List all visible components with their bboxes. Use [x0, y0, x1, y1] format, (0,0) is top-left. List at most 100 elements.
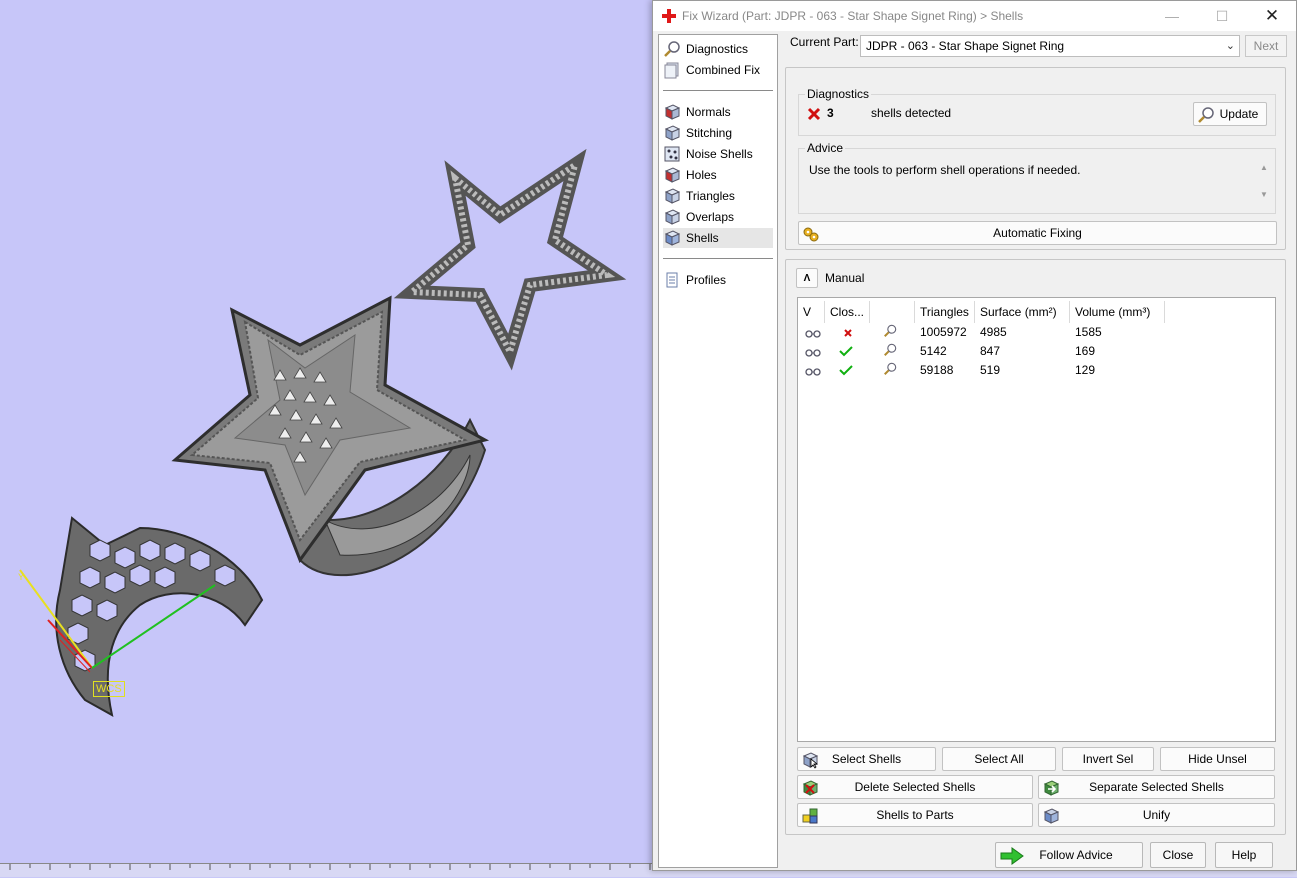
nav-separator	[663, 258, 773, 259]
shells-table[interactable]: V Clos... Triangles Surface (mm²) Volume…	[797, 297, 1276, 742]
automatic-fixing-button[interactable]: Automatic Fixing	[798, 221, 1277, 245]
nav-item-combined-fix[interactable]: Combined Fix	[663, 60, 773, 80]
visibility-glasses-icon[interactable]	[805, 364, 821, 378]
holes-cube-icon	[664, 167, 681, 183]
select-all-button[interactable]: Select All	[942, 747, 1056, 771]
visibility-glasses-icon[interactable]	[805, 326, 821, 340]
diagnostics-group: Diagnostics 3 shells detected Update	[798, 87, 1276, 136]
shells-to-parts-button[interactable]: Shells to Parts	[797, 803, 1033, 827]
nav-item-noise-shells[interactable]: Noise Shells	[663, 144, 773, 164]
chevron-up-icon: Λ	[803, 272, 811, 284]
magnifier-icon[interactable]	[882, 343, 898, 357]
cell-triangles: 59188	[920, 363, 954, 377]
honeycomb-shell	[55, 516, 264, 717]
shells-to-parts-icon	[802, 808, 818, 824]
separate-selected-shells-button[interactable]: Separate Selected Shells	[1038, 775, 1275, 799]
diagnostics-group-title: Diagnostics	[805, 87, 872, 101]
nav-item-diagnostics[interactable]: Diagnostics	[663, 39, 773, 59]
select-cube-cursor-icon	[802, 752, 819, 769]
manual-panel: Λ Manual V Clos... Triangles Surface (mm…	[785, 259, 1286, 835]
diagnostics-message: shells detected	[871, 106, 952, 120]
manual-label: Manual	[825, 271, 865, 285]
magnifier-icon[interactable]	[882, 324, 898, 338]
diagnostics-panel: Diagnostics 3 shells detected Update Adv…	[785, 67, 1286, 250]
col-header-volume[interactable]: Volume (mm³)	[1070, 301, 1165, 323]
title-bar[interactable]: Fix Wizard (Part: JDPR - 063 - Star Shap…	[653, 1, 1296, 31]
chevron-down-icon: ⌄	[1225, 40, 1235, 52]
window-title: Fix Wizard (Part: JDPR - 063 - Star Shap…	[682, 9, 1024, 23]
col-header-closed[interactable]: Clos...	[825, 301, 870, 323]
delete-selected-shells-button[interactable]: Delete Selected Shells	[797, 775, 1033, 799]
update-button[interactable]: Update	[1193, 102, 1267, 126]
nav-item-stitching[interactable]: Stitching	[663, 123, 773, 143]
closed-check-icon	[839, 365, 853, 376]
nav-separator	[663, 90, 773, 91]
minimize-button[interactable]: —	[1158, 5, 1186, 27]
current-part-value: JDPR - 063 - Star Shape Signet Ring	[866, 39, 1065, 53]
cell-volume: 169	[1075, 344, 1096, 358]
magnifier-icon	[1198, 107, 1214, 123]
cell-triangles: 5142	[920, 344, 947, 358]
current-part-select[interactable]: JDPR - 063 - Star Shape Signet Ring ⌄	[860, 35, 1240, 57]
col-header-inspect[interactable]	[870, 301, 915, 323]
green-arrow-icon	[1000, 847, 1024, 865]
hide-unselected-button[interactable]: Hide Unsel	[1160, 747, 1275, 771]
visibility-glasses-icon[interactable]	[805, 345, 821, 359]
cell-surface: 519	[980, 363, 1001, 377]
triangles-cube-icon	[664, 188, 681, 204]
red-cross-icon	[662, 9, 676, 23]
nav-item-normals[interactable]: Normals	[663, 102, 773, 122]
open-x-icon	[844, 329, 852, 337]
shell-count: 3	[827, 106, 834, 120]
select-shells-button[interactable]: Select Shells	[797, 747, 936, 771]
normals-cube-icon	[664, 104, 681, 120]
nav-item-profiles[interactable]: Profiles	[663, 270, 773, 290]
help-button[interactable]: Help	[1215, 842, 1273, 868]
magnifier-icon	[664, 41, 680, 57]
advice-scrollbar[interactable]: ▲ ▼	[1259, 163, 1269, 207]
fix-wizard-dialog: Fix Wizard (Part: JDPR - 063 - Star Shap…	[652, 0, 1297, 871]
nav-item-overlaps[interactable]: Overlaps	[663, 207, 773, 227]
cell-triangles: 1005972	[920, 325, 967, 339]
noise-shells-icon	[664, 146, 680, 162]
col-header-triangles[interactable]: Triangles	[915, 301, 975, 323]
wcs-label: WCS	[93, 681, 125, 697]
close-button[interactable]: Close	[1150, 842, 1206, 868]
fix-nav-panel: Diagnostics Combined Fix Normals Stitchi…	[658, 34, 778, 868]
unify-button[interactable]: Unify	[1038, 803, 1275, 827]
invert-selection-button[interactable]: Invert Sel	[1062, 747, 1154, 771]
col-header-surface[interactable]: Surface (mm²)	[975, 301, 1070, 323]
overlaps-cube-icon	[664, 209, 681, 225]
cell-volume: 129	[1075, 363, 1096, 377]
advice-group-title: Advice	[805, 141, 846, 155]
follow-advice-button[interactable]: Follow Advice	[995, 842, 1143, 868]
delete-cube-icon	[802, 780, 819, 796]
magnifier-icon[interactable]	[882, 362, 898, 376]
current-part-label: Current Part:	[790, 35, 859, 49]
advice-group: Advice Use the tools to perform shell op…	[798, 141, 1276, 214]
axis-y-label: Y	[18, 572, 24, 582]
error-x-icon	[807, 107, 821, 121]
separate-cube-icon	[1043, 780, 1060, 796]
maximize-button[interactable]: ☐	[1208, 5, 1236, 27]
profiles-document-icon	[666, 272, 678, 288]
nav-item-shells[interactable]: Shells	[663, 228, 773, 248]
collapse-manual-button[interactable]: Λ	[796, 268, 818, 288]
nav-item-holes[interactable]: Holes	[663, 165, 773, 185]
gears-icon	[803, 227, 819, 242]
shells-cube-icon	[664, 230, 681, 246]
combined-fix-icon	[664, 62, 679, 79]
nav-item-triangles[interactable]: Triangles	[663, 186, 773, 206]
advice-text: Use the tools to perform shell operation…	[809, 163, 1081, 177]
next-button[interactable]: Next	[1245, 35, 1287, 57]
closed-check-icon	[839, 346, 853, 357]
cell-surface: 847	[980, 344, 1001, 358]
unify-cube-icon	[1043, 808, 1060, 824]
small-star-shell	[393, 148, 627, 371]
col-header-visible[interactable]: V	[798, 301, 825, 323]
cell-surface: 4985	[980, 325, 1007, 339]
close-window-button[interactable]: ✕	[1258, 5, 1286, 27]
cell-volume: 1585	[1075, 325, 1102, 339]
ring-model-render: Y	[18, 148, 627, 717]
stitching-cube-icon	[664, 125, 681, 141]
